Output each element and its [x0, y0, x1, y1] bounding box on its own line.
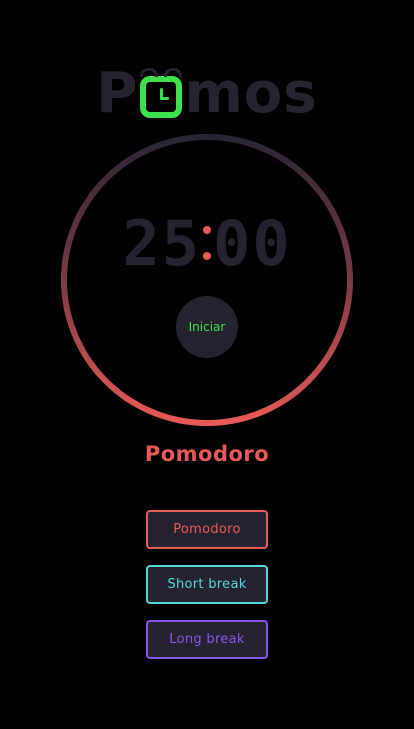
timer-display: 25 00 — [60, 206, 354, 280]
logo-suffix: mos — [184, 61, 318, 126]
short-break-button[interactable]: Short break — [146, 565, 268, 604]
pomos-app: P mos 25 00 Iniciar Pomodoro Pomodoro Sh… — [0, 0, 414, 729]
logo-prefix: P — [96, 61, 139, 126]
timer-progress-ring — [60, 133, 354, 427]
timer-seconds: 00 — [213, 206, 292, 280]
pomodoro-mode-button[interactable]: Pomodoro — [146, 510, 268, 549]
long-break-button[interactable]: Long break — [146, 620, 268, 659]
app-logo: P mos — [0, 62, 414, 122]
logo-wordmark: P mos — [96, 66, 317, 122]
current-mode-title: Pomodoro — [144, 442, 270, 466]
timer-minutes: 25 — [122, 206, 201, 280]
clock-icon — [140, 68, 183, 118]
timer-colon — [203, 226, 211, 260]
start-button[interactable]: Iniciar — [176, 296, 238, 358]
